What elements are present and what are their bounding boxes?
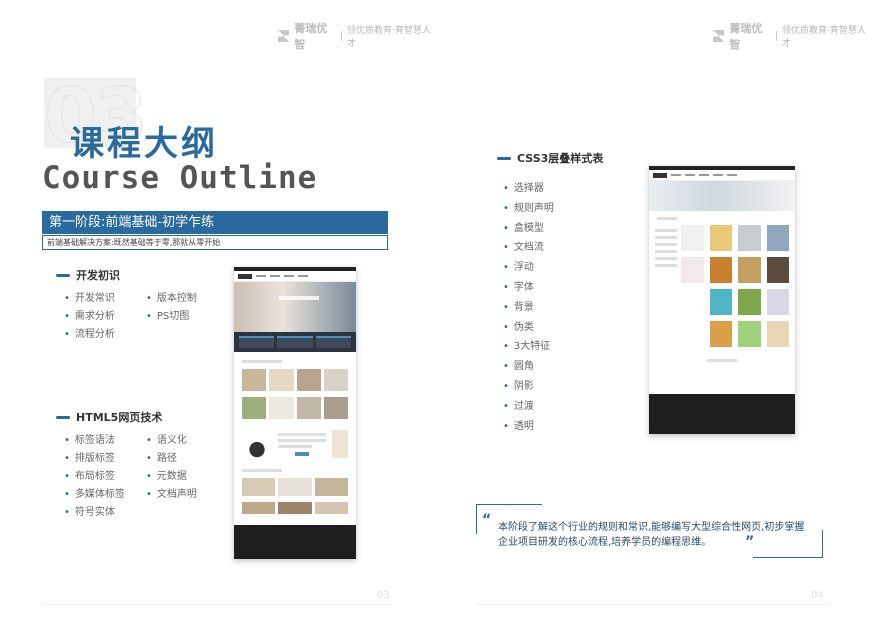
list-item: • 阴影 (503, 380, 534, 392)
html5-list-col2: • 语义化 • 路径 • 元数据 • 文档声明 (146, 432, 197, 504)
list-item: • 开发常识 (64, 293, 115, 304)
mockup-hero-image (234, 282, 356, 332)
brand-slogan: 领优质教育·育智慧人才 (347, 26, 431, 49)
right-page: 菁瑞优智 领优质教育·育智慧人才 CSS3层叠样式表 • 选择器 • 规则声明 • 盒… (435, 0, 870, 627)
dev-list-col2: • 版本控制 • PS切图 (146, 290, 197, 326)
brand-logo-icon (713, 30, 725, 42)
list-item: • 元数据 (146, 471, 187, 482)
section-heading-html5: HTML5网页技术 (56, 409, 162, 425)
list-item: • 符号实体 (64, 507, 115, 518)
list-item: • 标签语法 (64, 435, 115, 446)
heading-accent-dash (56, 273, 70, 277)
brand-name: 菁瑞优智 (729, 22, 763, 51)
section-heading-text: CSS3层叠样式表 (517, 152, 604, 165)
section-heading-text: 开发初识 (76, 269, 120, 282)
heading-accent-dash (56, 415, 70, 419)
logo-divider (341, 31, 343, 41)
mockup-product-block (234, 422, 356, 466)
stage-title-bar: 第一阶段:前端基础-初学乍练 (42, 211, 388, 234)
list-item: • 路径 (146, 453, 177, 464)
html5-list-col1: • 标签语法 • 排版标签 • 布局标签 • 多媒体标签 • 符号实体 (64, 432, 125, 522)
section-heading-css3: CSS3层叠样式表 (497, 150, 603, 166)
list-item: • PS切图 (146, 311, 190, 322)
list-item: • 布局标签 (64, 471, 115, 482)
page-title-en: Course Outline (42, 160, 318, 196)
list-item: • 版本控制 (146, 293, 197, 304)
logo-divider (776, 31, 778, 41)
mockup-image-row (234, 366, 356, 394)
mockup-nav (234, 271, 356, 282)
website-mockup-right (649, 166, 795, 434)
list-item: • 过渡 (503, 400, 534, 412)
list-item: • 文档声明 (146, 489, 197, 500)
page-baseline (475, 604, 830, 605)
page-baseline (42, 604, 392, 605)
section-heading-text: HTML5网页技术 (76, 411, 163, 424)
website-mockup-left (234, 267, 356, 559)
header-logo: 菁瑞优智 领优质教育·育智慧人才 (713, 20, 870, 52)
mockup-product-grid (681, 225, 789, 347)
list-item: • 排版标签 (64, 453, 115, 464)
mockup-image-row (234, 499, 356, 517)
list-item: • 需求分析 (64, 311, 115, 322)
quote-text: 本阶段了解这个行业的规则和常识,能够编写大型综合性网页,初步掌握企业项目研发的核… (498, 522, 805, 548)
list-item: • 文档流 (503, 242, 544, 254)
mockup-image-row (234, 394, 356, 422)
page-number-left: 03 (377, 590, 390, 601)
quote-close-mark: ” (745, 534, 755, 550)
mockup-footer (234, 525, 356, 559)
section-heading-dev: 开发初识 (56, 267, 120, 283)
mockup-footer (649, 394, 795, 434)
list-item: • 透明 (503, 420, 534, 432)
brand-slogan: 领优质教育·育智慧人才 (782, 26, 866, 49)
list-item: • 选择器 (503, 183, 544, 194)
brand-logo-icon (278, 30, 290, 42)
mockup-hero-image (649, 181, 795, 211)
list-item: • 字体 (503, 281, 534, 293)
page-number-right: 04 (811, 590, 824, 601)
mockup-nav (649, 170, 795, 181)
list-item: • 浮动 (503, 262, 534, 274)
left-page: 菁瑞优智 领优质教育·育智慧人才 03 课程大纲 Course Outline … (0, 0, 435, 627)
list-item: • 规则声明 (503, 202, 554, 214)
heading-accent-dash (497, 156, 511, 160)
mockup-feature-strip (234, 332, 356, 352)
list-item: • 多媒体标签 (64, 489, 125, 500)
stage-description: 前端基础解决方案:既然基础等于零,那就从零开始 (42, 235, 388, 250)
mockup-catalog (649, 223, 795, 349)
css3-list: • 选择器 • 规则声明 • 盒模型 • 文档流 • 浮动 • 字体 • 背景 • 伪类 • 3大… (503, 180, 554, 437)
header-logo: 菁瑞优智 领优质教育·育智慧人才 (278, 20, 435, 52)
list-item: • 盒模型 (503, 222, 544, 234)
list-item: • 圆角 (503, 361, 534, 373)
brand-name: 菁瑞优智 (294, 22, 328, 51)
mockup-sidebar (655, 225, 677, 347)
list-item: • 伪类 (503, 321, 534, 333)
quote-open-mark: “ (482, 512, 492, 528)
dev-list-col1: • 开发常识 • 需求分析 • 流程分析 (64, 290, 115, 344)
list-item: • 3大特征 (503, 341, 551, 353)
list-item: • 流程分析 (64, 329, 115, 340)
list-item: • 背景 (503, 301, 534, 313)
mockup-image-row (234, 475, 356, 499)
list-item: • 语义化 (146, 435, 187, 446)
page-title-cn: 课程大纲 (70, 124, 218, 164)
